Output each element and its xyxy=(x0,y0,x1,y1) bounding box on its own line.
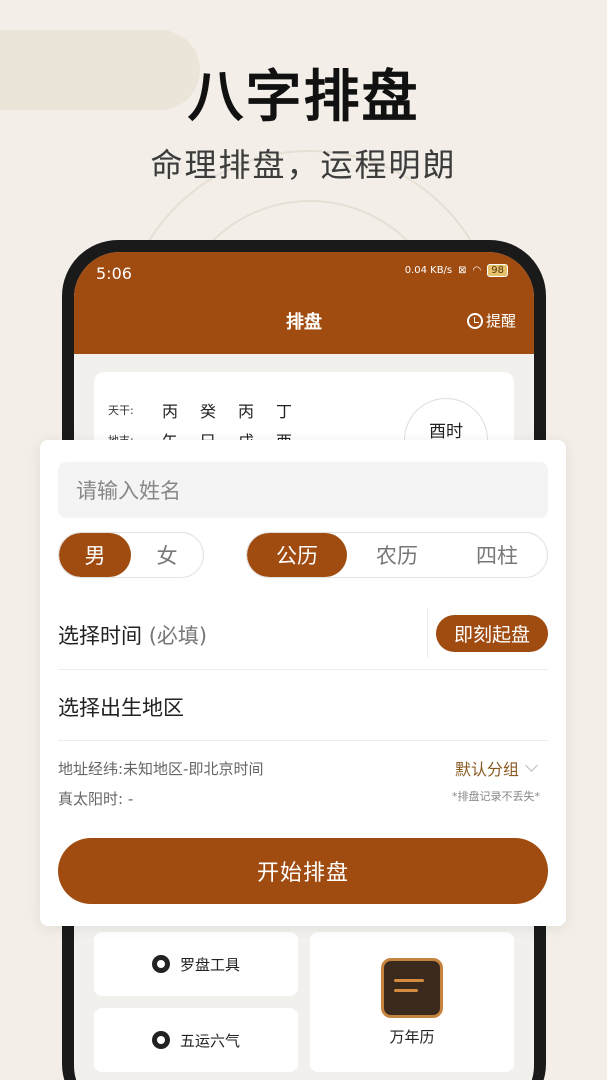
stem: 癸 xyxy=(200,402,217,421)
gender-female-option[interactable]: 女 xyxy=(131,533,203,577)
required-hint: (必填) xyxy=(148,624,208,648)
wuyun-icon xyxy=(151,1031,170,1049)
stems-label: 天干: xyxy=(108,404,134,417)
compass-icon xyxy=(151,955,170,973)
divider xyxy=(427,608,428,658)
calendar-type-toggle: 公历 农历 四柱 xyxy=(246,532,548,578)
hero-title: 八字排盘 xyxy=(187,65,420,130)
group-select[interactable]: 默认分组 xyxy=(454,756,538,780)
wifi-icon: ◠ xyxy=(472,265,482,276)
calendar-tool-label: 万年历 xyxy=(389,1027,435,1046)
chevron-down-icon xyxy=(525,759,538,772)
battery-icon: 98 xyxy=(487,264,508,277)
group-select-label: 默认分组 xyxy=(454,760,519,779)
stem: 丙 xyxy=(238,402,255,421)
divider xyxy=(58,740,548,741)
calendar-icon xyxy=(381,957,443,1018)
address-info: 地址经纬:未知地区-即北京时间 xyxy=(58,760,264,778)
wuyun-tool-button[interactable]: 五运六气 xyxy=(94,1008,298,1072)
gender-toggle: 男 女 xyxy=(58,532,204,578)
tab-lunar-calendar[interactable]: 农历 xyxy=(347,533,447,577)
record-note: *排盘记录不丢失* xyxy=(452,790,540,803)
tab-solar-calendar[interactable]: 公历 xyxy=(247,533,347,577)
status-time: 5:06 xyxy=(96,264,132,283)
stem: 丁 xyxy=(276,402,293,421)
start-paipan-button[interactable]: 开始排盘 xyxy=(58,838,548,904)
select-time-label: 选择时间 xyxy=(58,624,142,648)
remind-label: 提醒 xyxy=(485,312,516,330)
select-region-field[interactable]: 选择出生地区 xyxy=(58,692,184,722)
calendar-tool-button[interactable]: 万年历 xyxy=(310,932,514,1072)
select-time-field[interactable]: 选择时间 (必填) xyxy=(58,620,207,650)
stems-row: 天干: 丙 癸 丙 丁 xyxy=(108,398,314,422)
status-icons: 0.04 KB/s ⊠ ◠ 98 xyxy=(405,264,508,277)
gender-male-option[interactable]: 男 xyxy=(59,533,131,577)
bazi-form-card: 请输入姓名 男 女 公历 农历 四柱 选择时间 (必填) 即刻起盘 选择出生地区… xyxy=(40,440,566,926)
alarm-clock-icon xyxy=(466,312,483,329)
app-title: 排盘 xyxy=(286,312,322,333)
app-header: 5:06 0.04 KB/s ⊠ ◠ 98 排盘 提醒 xyxy=(74,252,534,354)
wuyun-tool-label: 五运六气 xyxy=(179,1031,240,1050)
sim-icon: ⊠ xyxy=(458,265,467,276)
start-now-button[interactable]: 即刻起盘 xyxy=(436,615,548,652)
hero-subtitle: 命理排盘，运程明朗 xyxy=(150,146,457,184)
compass-tool-button[interactable]: 罗盘工具 xyxy=(94,932,298,996)
name-input[interactable]: 请输入姓名 xyxy=(58,462,548,518)
divider xyxy=(58,669,548,670)
true-solar-time: 真太阳时: - xyxy=(58,790,134,808)
remind-button[interactable]: 提醒 xyxy=(466,310,516,331)
compass-tool-label: 罗盘工具 xyxy=(179,955,240,974)
net-speed: 0.04 KB/s xyxy=(404,265,453,276)
stem: 丙 xyxy=(162,402,179,421)
tab-four-pillars[interactable]: 四柱 xyxy=(447,533,547,577)
